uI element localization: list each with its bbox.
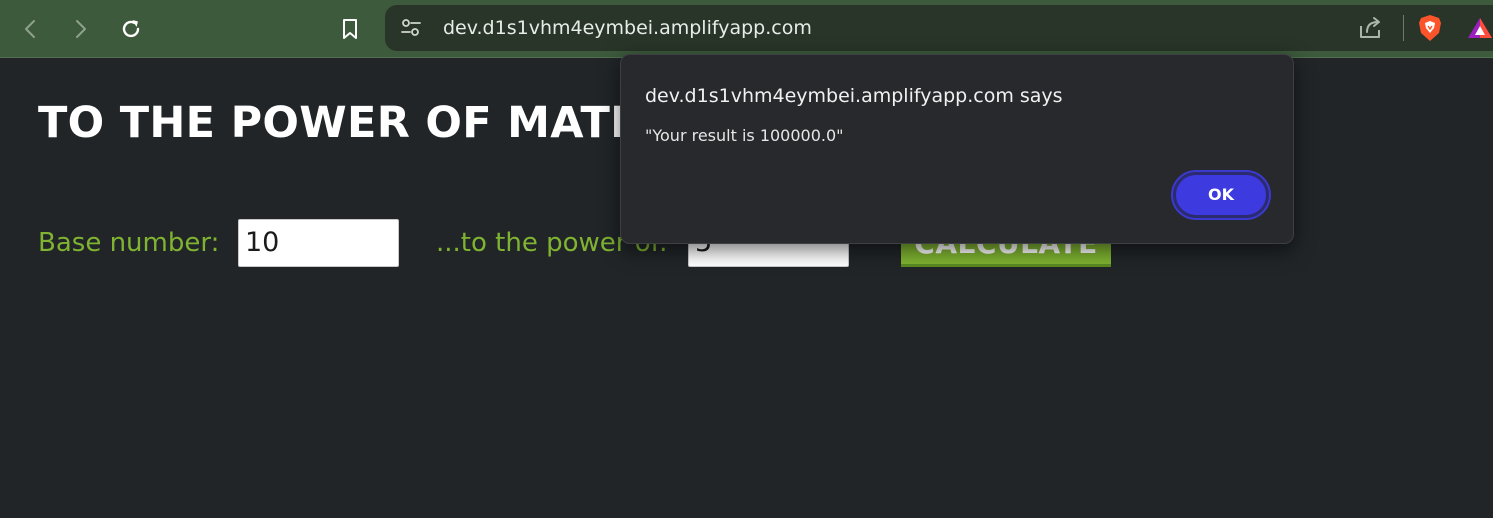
dialog-title: dev.d1s1vhm4eymbei.amplifyapp.com says (645, 85, 1063, 107)
reload-icon (122, 20, 140, 38)
bookmark-icon (343, 19, 357, 39)
share-icon[interactable] (1357, 15, 1385, 45)
bookmark-button[interactable] (332, 11, 368, 47)
base-number-label: Base number: (38, 228, 220, 258)
forward-icon (76, 20, 86, 38)
toolbar-divider (1403, 15, 1404, 41)
url-text[interactable]: dev.d1s1vhm4eymbei.amplifyapp.com (443, 17, 812, 39)
address-bar[interactable]: dev.d1s1vhm4eymbei.amplifyapp.com (385, 5, 1493, 51)
page-title: TO THE POWER OF MATH (38, 98, 647, 148)
brave-shields-icon[interactable] (1417, 14, 1443, 46)
reload-button[interactable] (113, 11, 149, 47)
forward-button[interactable] (62, 11, 98, 47)
alert-dialog: dev.d1s1vhm4eymbei.amplifyapp.com says "… (620, 54, 1294, 244)
base-number-input[interactable]: 10 (238, 219, 399, 267)
browser-toolbar: dev.d1s1vhm4eymbei.amplifyapp.com (0, 0, 1493, 58)
dialog-message: "Your result is 100000.0" (645, 126, 844, 145)
brave-rewards-icon[interactable] (1467, 16, 1493, 44)
site-settings-icon[interactable] (399, 17, 423, 43)
ok-button[interactable]: OK (1173, 172, 1269, 218)
back-icon (25, 20, 35, 38)
back-button[interactable] (13, 11, 49, 47)
